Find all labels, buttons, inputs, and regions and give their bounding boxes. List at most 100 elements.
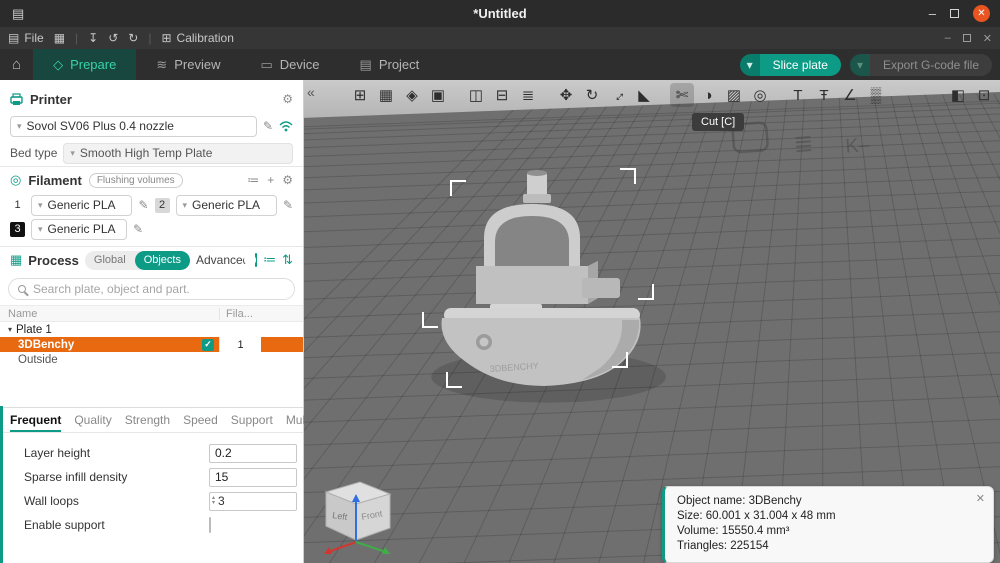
menu-divider: | — [148, 31, 151, 45]
tab-quality[interactable]: Quality — [74, 413, 111, 427]
close-icon[interactable]: ✕ — [973, 5, 990, 22]
params-table-icon[interactable]: ≔ — [263, 252, 276, 268]
file-menu[interactable]: ▤ File — [8, 31, 44, 45]
orientation-cube[interactable]: Left Front — [312, 470, 402, 562]
add-plate-icon[interactable]: ▦ — [374, 83, 398, 107]
filament-2-select[interactable]: ▾ Generic PLA — [176, 195, 277, 216]
panel-toggle-icon[interactable]: ▦ — [54, 31, 65, 45]
wall-loops-value: 3 — [218, 494, 225, 508]
scope-global[interactable]: Global — [85, 254, 135, 266]
printer-preset-select[interactable]: ▾ Sovol SV06 Plus 0.4 nozzle — [10, 116, 257, 137]
compare-presets-icon[interactable]: ⇅ — [282, 252, 293, 268]
add-filament-icon[interactable]: + — [267, 173, 274, 187]
wifi-icon[interactable] — [279, 120, 293, 132]
export-gcode-button[interactable]: ▾ Export G-code file — [850, 54, 992, 76]
filament-list-icon[interactable]: ≔ — [247, 173, 259, 187]
split-to-parts-icon[interactable]: ⊟ — [490, 83, 514, 107]
text-icon[interactable]: T — [786, 83, 810, 107]
undo-icon[interactable]: ↺ — [108, 31, 118, 45]
export-options-chevron-icon[interactable]: ▾ — [850, 54, 870, 76]
search-box[interactable] — [8, 278, 295, 300]
object-info-panel: ✕ Object name: 3DBenchy Size: 60.001 x 3… — [662, 486, 994, 563]
flushing-volumes-button[interactable]: Flushing volumes — [89, 173, 183, 188]
tab-project[interactable]: ▤ Project — [340, 49, 440, 80]
menubar-minimize-icon[interactable]: – — [945, 32, 951, 44]
menubar-close-icon[interactable]: ✕ — [983, 32, 992, 45]
import-image-icon[interactable]: ▣ — [426, 83, 450, 107]
move-icon[interactable]: ✥ — [554, 83, 578, 107]
tab-strength[interactable]: Strength — [125, 413, 170, 427]
menubar-maximize-icon[interactable] — [963, 34, 971, 42]
plate-row[interactable]: ▾ Plate 1 — [0, 322, 303, 337]
outside-row[interactable]: Outside — [0, 352, 303, 367]
rotate-icon[interactable]: ↻ — [580, 83, 604, 107]
edit-printer-icon[interactable]: ✎ — [263, 119, 273, 133]
filament-slot-1-index: 1 — [10, 198, 25, 213]
printer-settings-icon[interactable]: ⚙ — [282, 92, 293, 106]
main-tab-bar: ⌂ ◇ Prepare ≋ Preview ▭ Device ▤ Project… — [0, 49, 1000, 80]
stepper-down-icon[interactable]: ▾ — [212, 501, 215, 506]
layer-height-input[interactable] — [209, 444, 297, 463]
add-icon[interactable]: ⊞ — [348, 83, 372, 107]
selection-bracket — [620, 168, 636, 184]
measure-icon[interactable]: ∠ — [838, 83, 862, 107]
advanced-toggle[interactable] — [255, 253, 257, 267]
lay-on-face-icon[interactable]: ◣ — [632, 83, 656, 107]
home-icon[interactable]: ⌂ — [12, 56, 21, 73]
object-filament-cell[interactable]: 1 — [219, 337, 261, 352]
filament-3-select[interactable]: ▾ Generic PLA — [31, 219, 127, 240]
info-close-icon[interactable]: ✕ — [976, 492, 985, 507]
printer-icon — [10, 93, 23, 106]
exploded-view-icon[interactable]: ⊡ — [972, 83, 996, 107]
assembly-view-icon[interactable]: ◧ — [946, 83, 970, 107]
support-painting-icon[interactable]: ▨ — [722, 83, 746, 107]
filament-color-swatch — [261, 337, 303, 352]
cube-left-label[interactable]: Left — [332, 510, 349, 522]
object-row-3dbenchy[interactable]: 3DBenchy ✓ 1 — [0, 337, 303, 352]
scope-objects[interactable]: Objects — [135, 251, 190, 270]
mesh-boolean-icon[interactable]: ◑ — [696, 83, 720, 107]
slice-options-chevron-icon[interactable]: ▾ — [740, 54, 760, 76]
fuzzy-skin-icon[interactable]: ▒ — [864, 83, 888, 107]
tab-speed[interactable]: Speed — [183, 413, 218, 427]
sparse-infill-input[interactable] — [209, 468, 297, 487]
tab-preview[interactable]: ≋ Preview — [136, 49, 240, 80]
collapse-sidebar-icon[interactable]: « — [307, 84, 315, 100]
process-scope-toggle[interactable]: Global Objects — [85, 251, 190, 270]
save-icon[interactable]: ↧ — [88, 31, 98, 45]
filament-section-title: Filament — [28, 173, 81, 188]
emboss-icon[interactable]: Ŧ — [812, 83, 836, 107]
auto-orient-icon[interactable]: ◈ — [400, 83, 424, 107]
selection-bracket — [450, 180, 466, 196]
redo-icon[interactable]: ↻ — [128, 31, 138, 45]
viewport-3d[interactable]: ≣ K– « ⊞▦◈▣◫⊟≣✥↻↔◣✄◑▨◎TŦ∠▒ ◧⊡ Cut [C] 3 — [304, 80, 1000, 563]
enable-support-checkbox[interactable] — [209, 517, 211, 533]
param-tabs: Frequent Quality Strength Speed Support … — [0, 407, 303, 433]
sidebar: Printer ⚙ ▾ Sovol SV06 Plus 0.4 nozzle ✎… — [0, 80, 304, 563]
filament-settings-icon[interactable]: ⚙ — [282, 173, 293, 187]
minimize-icon[interactable]: – — [929, 6, 936, 21]
cut-icon[interactable]: ✄ — [670, 83, 694, 107]
process-section-title: Process — [28, 253, 79, 268]
title-bar: ▤ *Untitled – ✕ — [0, 0, 1000, 27]
tab-frequent[interactable]: Frequent — [10, 413, 61, 427]
search-input[interactable] — [33, 282, 285, 296]
tab-prepare[interactable]: ◇ Prepare — [33, 49, 136, 80]
tree-collapse-icon[interactable]: ▾ — [8, 325, 12, 334]
seam-painting-icon[interactable]: ◎ — [748, 83, 772, 107]
bed-type-select[interactable]: ▾ Smooth High Temp Plate — [63, 143, 293, 164]
variable-layer-height-icon[interactable]: ≣ — [516, 83, 540, 107]
maximize-icon[interactable] — [950, 9, 959, 18]
filament-1-select[interactable]: ▾ Generic PLA — [31, 195, 132, 216]
printable-checkbox[interactable]: ✓ — [202, 339, 214, 351]
edit-filament-1-icon[interactable]: ✎ — [138, 198, 148, 212]
tab-device[interactable]: ▭ Device — [240, 49, 339, 80]
window-title: *Untitled — [0, 6, 1000, 21]
tab-support[interactable]: Support — [231, 413, 273, 427]
calibration-menu[interactable]: ⊞ Calibration — [161, 31, 233, 45]
edit-filament-2-icon[interactable]: ✎ — [283, 198, 293, 212]
split-to-objects-icon[interactable]: ◫ — [464, 83, 488, 107]
edit-filament-3-icon[interactable]: ✎ — [133, 222, 143, 236]
wall-loops-stepper[interactable]: ▴ ▾ 3 — [209, 492, 297, 511]
slice-plate-button[interactable]: ▾ Slice plate — [740, 54, 841, 76]
